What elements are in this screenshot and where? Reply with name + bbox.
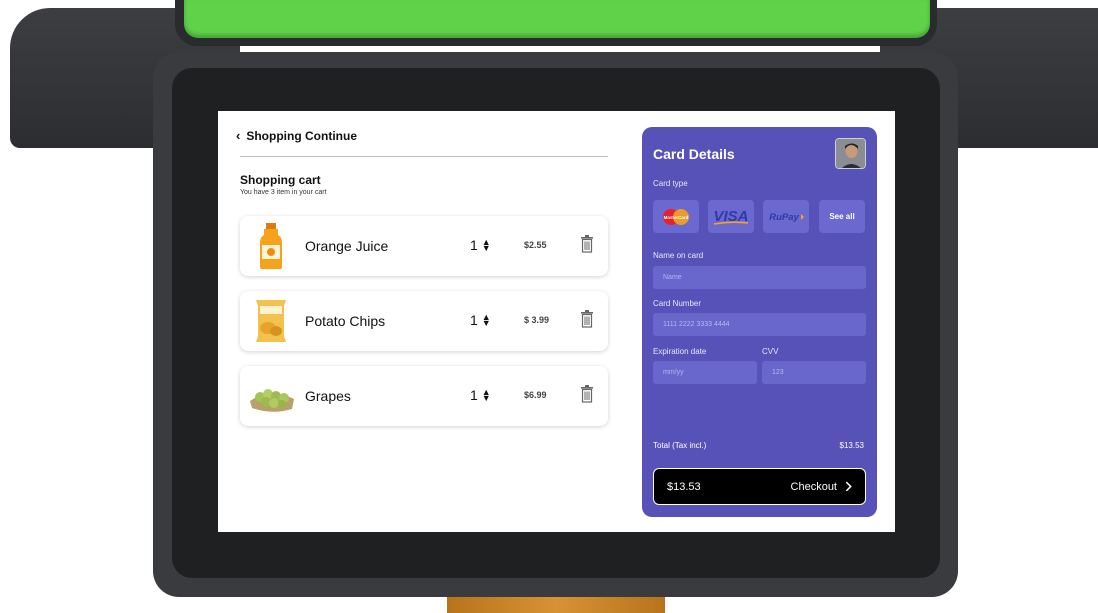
checkout-label: Checkout xyxy=(790,480,837,493)
name-on-card-input[interactable]: Name xyxy=(653,266,866,289)
up-down-arrows-icon[interactable]: ▲ ▼ xyxy=(482,388,491,403)
item-quantity: 1 xyxy=(470,237,478,253)
item-quantity: 1 xyxy=(470,387,478,403)
orange-juice-bottle-icon xyxy=(260,223,282,269)
card-number-label: Card Number xyxy=(653,299,702,308)
cart-title: Shopping cart xyxy=(240,173,321,187)
status-light-bar xyxy=(184,0,930,38)
rupay-logo: RuPay xyxy=(769,212,804,223)
rupay-text: RuPay xyxy=(769,212,799,223)
app-screen: ‹ Shopping Continue Shopping cart You ha… xyxy=(218,111,895,532)
grapes-icon xyxy=(250,389,294,412)
up-down-arrows-icon[interactable]: ▲ ▼ xyxy=(482,238,491,253)
back-label: Shopping Continue xyxy=(246,128,357,143)
expiration-date-input[interactable]: mm/yy xyxy=(653,361,757,384)
name-on-card-label: Name on card xyxy=(653,251,704,260)
card-type-label: Card type xyxy=(653,179,688,188)
see-all-button[interactable]: See all xyxy=(819,200,865,233)
checkout-amount: $13.53 xyxy=(667,480,701,493)
cvv-label: CVV xyxy=(762,347,779,356)
kiosk-device-stage: ‹ Shopping Continue Shopping cart You ha… xyxy=(0,0,1098,613)
item-name: Potato Chips xyxy=(305,313,386,329)
shopping-continue-link[interactable]: ‹ Shopping Continue xyxy=(236,128,357,143)
item-name: Orange Juice xyxy=(305,238,389,254)
quantity-stepper[interactable]: 1 ▲ ▼ xyxy=(470,387,491,403)
trash-icon[interactable] xyxy=(580,235,594,253)
up-down-arrows-icon[interactable]: ▲ ▼ xyxy=(482,313,491,328)
card-number-input[interactable]: 1111 2222 3333 4444 xyxy=(653,313,866,336)
quantity-stepper[interactable]: 1 ▲ ▼ xyxy=(470,312,491,328)
card-details-title: Card Details xyxy=(653,146,735,162)
cart-item-grapes: Grapes 1 ▲ ▼ $6.99 xyxy=(240,366,608,426)
see-all-label: See all xyxy=(829,212,855,221)
avatar[interactable] xyxy=(835,138,866,169)
item-quantity: 1 xyxy=(470,312,478,328)
mastercard-option[interactable]: MasterCard xyxy=(653,200,699,233)
expiration-date-label: Expiration date xyxy=(653,347,707,356)
potato-chips-bag-icon xyxy=(256,300,286,342)
user-photo-icon xyxy=(836,139,865,168)
total-value: $13.53 xyxy=(839,441,864,450)
mastercard-logo: MasterCard xyxy=(663,208,689,225)
card-details-panel: Card Details Card type MasterCard VISA R… xyxy=(642,127,877,517)
cart-subtitle: You have 3 item in your cart xyxy=(240,189,327,196)
trash-icon[interactable] xyxy=(580,385,594,403)
visa-option[interactable]: VISA xyxy=(708,200,754,233)
item-price: $ 3.99 xyxy=(524,315,550,325)
item-price: $2.55 xyxy=(524,240,547,250)
total-label: Total (Tax incl.) xyxy=(653,441,707,450)
checkout-label-group: Checkout xyxy=(791,481,852,493)
chevron-left-icon: ‹ xyxy=(236,128,241,143)
checkout-button[interactable]: $13.53 Checkout xyxy=(653,468,866,505)
rupay-option[interactable]: RuPay xyxy=(763,200,809,233)
cart-item-orange-juice: Orange Juice 1 ▲ ▼ $2.55 xyxy=(240,216,608,276)
divider xyxy=(240,156,608,157)
device-stand xyxy=(447,597,665,613)
cvv-input[interactable]: 123 xyxy=(762,361,866,384)
trash-icon[interactable] xyxy=(580,310,594,328)
item-price: $6.99 xyxy=(524,390,547,400)
quantity-stepper[interactable]: 1 ▲ ▼ xyxy=(470,237,491,253)
mastercard-text: MasterCard xyxy=(664,215,689,220)
chevron-right-icon xyxy=(845,481,852,492)
cart-item-potato-chips: Potato Chips 1 ▲ ▼ $ 3.99 xyxy=(240,291,608,351)
visa-logo: VISA xyxy=(713,208,748,225)
item-name: Grapes xyxy=(305,388,351,404)
